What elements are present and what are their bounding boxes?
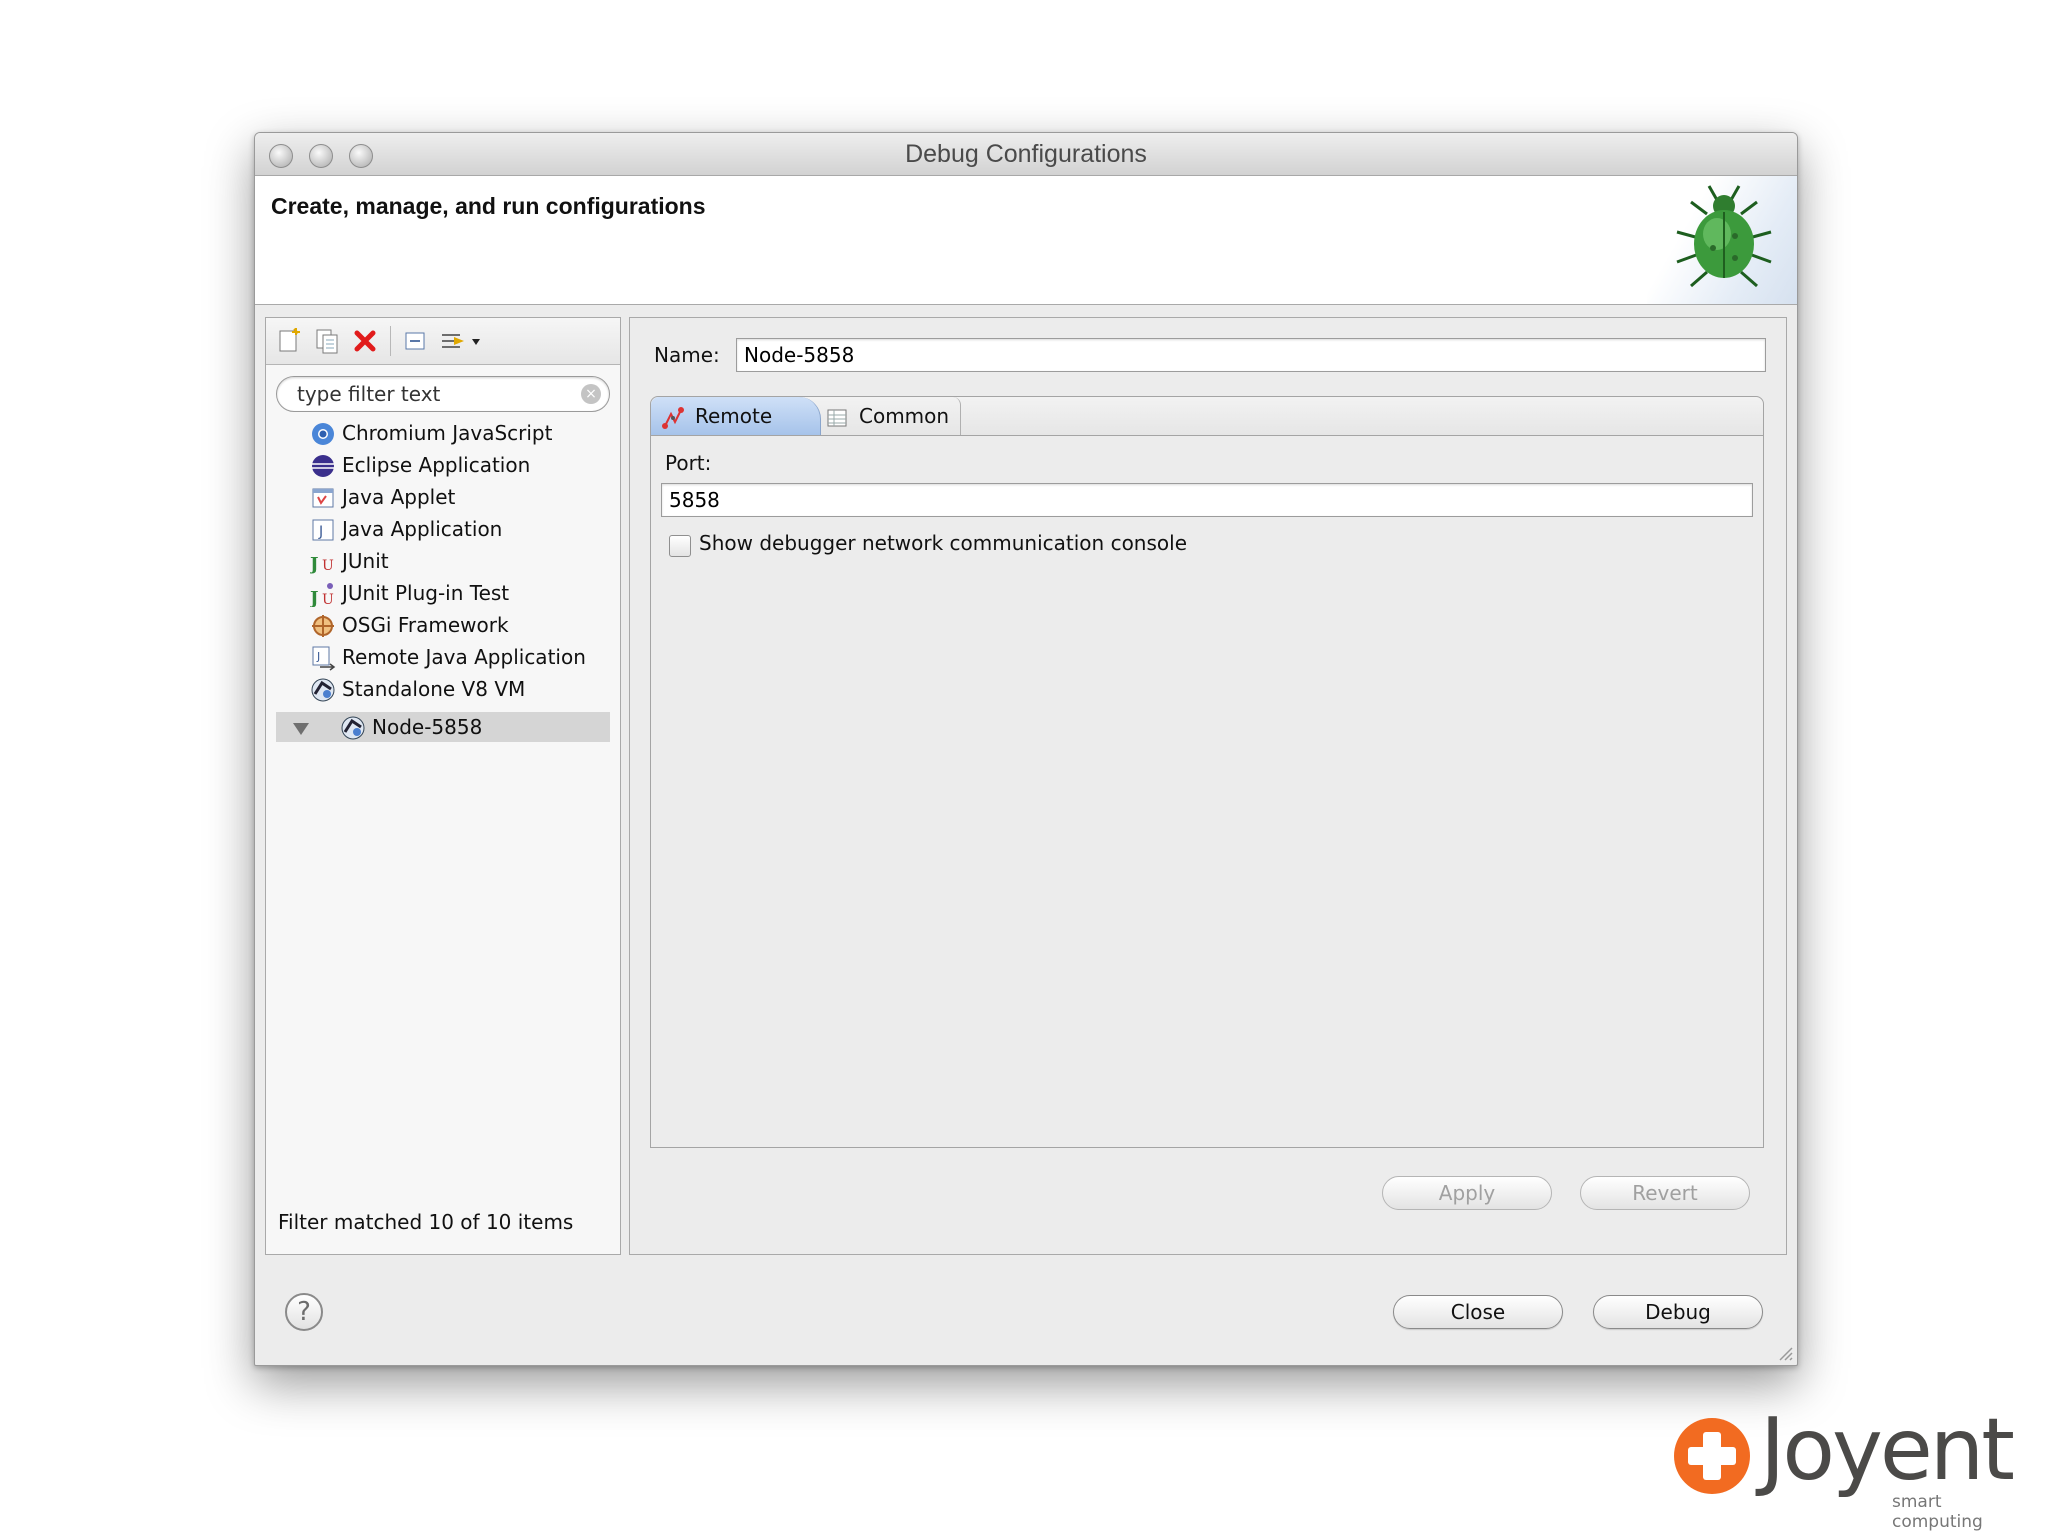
collapse-all-icon[interactable] bbox=[400, 326, 430, 356]
help-button[interactable]: ? bbox=[285, 1293, 323, 1331]
port-field[interactable] bbox=[661, 483, 1753, 517]
show-console-checkbox[interactable] bbox=[669, 535, 691, 557]
tree-toolbar bbox=[266, 318, 620, 365]
close-button[interactable]: Close bbox=[1393, 1295, 1563, 1329]
junit-plugin-icon: JU bbox=[308, 581, 336, 609]
banner-art bbox=[1647, 176, 1797, 304]
java-applet-icon bbox=[310, 485, 336, 511]
name-field[interactable] bbox=[736, 338, 1766, 372]
java-application-icon: J bbox=[310, 517, 336, 543]
header-title: Create, manage, and run configurations bbox=[271, 193, 706, 219]
tab-remote[interactable]: Remote bbox=[651, 397, 821, 435]
port-label: Port: bbox=[665, 451, 712, 475]
remote-java-icon: J bbox=[310, 645, 336, 671]
duplicate-icon[interactable] bbox=[312, 326, 342, 356]
filter-menu-icon[interactable] bbox=[438, 326, 482, 356]
debug-configurations-window: Debug Configurations Create, manage, and… bbox=[254, 132, 1798, 1366]
resize-grip-icon[interactable] bbox=[1775, 1343, 1793, 1361]
header-banner: Create, manage, and run configurations bbox=[255, 176, 1797, 305]
tab-strip: Remote Common bbox=[651, 397, 1763, 436]
svg-text:J: J bbox=[318, 524, 323, 540]
svg-text:J: J bbox=[310, 554, 319, 575]
joyent-wordmark: Joyent bbox=[1760, 1400, 2015, 1500]
tab-folder: Remote Common Port: Show debugger networ… bbox=[650, 396, 1764, 1148]
bug-icon bbox=[1676, 185, 1772, 288]
svg-text:J: J bbox=[316, 650, 320, 663]
configuration-editor-panel: Name: Remote Common Port: Show debugger … bbox=[629, 317, 1787, 1255]
eclipse-icon bbox=[310, 453, 336, 479]
joyent-plus-icon bbox=[1674, 1418, 1750, 1494]
filter-field[interactable]: × bbox=[276, 376, 610, 412]
configuration-tree-panel: × Chromium JavaScript Eclipse Applicatio… bbox=[265, 317, 621, 1255]
v8-icon bbox=[310, 677, 336, 703]
tab-common[interactable]: Common bbox=[811, 397, 961, 435]
filter-input[interactable] bbox=[295, 379, 579, 409]
expand-toggle-icon[interactable] bbox=[293, 723, 309, 735]
clear-filter-icon[interactable]: × bbox=[581, 384, 601, 404]
delete-icon[interactable] bbox=[350, 326, 380, 356]
junit-icon: JU bbox=[308, 549, 336, 575]
window-title: Debug Configurations bbox=[905, 140, 1147, 168]
joyent-tagline: smart computing bbox=[1892, 1492, 1983, 1532]
filter-status-text: Filter matched 10 of 10 items bbox=[278, 1210, 574, 1234]
revert-button[interactable]: Revert bbox=[1580, 1176, 1750, 1210]
osgi-icon bbox=[310, 613, 336, 639]
apply-button[interactable]: Apply bbox=[1382, 1176, 1552, 1210]
title-bar[interactable]: Debug Configurations bbox=[255, 133, 1797, 176]
common-icon bbox=[825, 404, 849, 428]
svg-text:J: J bbox=[310, 588, 319, 607]
remote-icon bbox=[661, 404, 685, 429]
v8-icon bbox=[340, 715, 366, 741]
name-label: Name: bbox=[654, 343, 720, 367]
debug-button[interactable]: Debug bbox=[1593, 1295, 1763, 1329]
svg-text:U: U bbox=[322, 592, 334, 607]
joyent-logo: Joyent smart computing bbox=[1672, 1400, 2022, 1532]
new-configuration-icon[interactable] bbox=[274, 326, 304, 356]
chromium-icon bbox=[310, 421, 336, 447]
svg-text:U: U bbox=[322, 558, 334, 574]
show-console-label: Show debugger network communication cons… bbox=[699, 531, 1187, 555]
